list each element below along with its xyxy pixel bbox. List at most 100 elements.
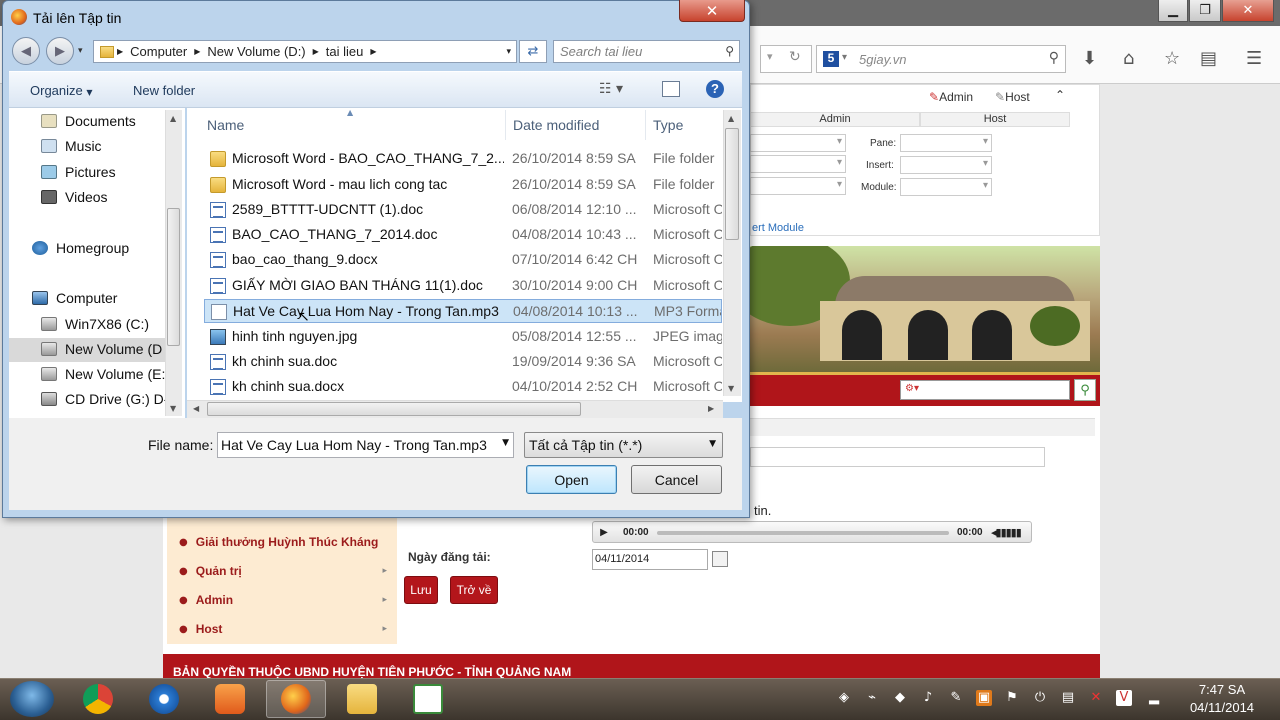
chevron-down-icon[interactable]: ▼ <box>502 438 509 448</box>
maximize-button[interactable]: ❐ <box>1189 0 1221 22</box>
file-name-input[interactable]: Hat Ve Cay Lua Hom Nay - Trong Tan.mp3 ▼ <box>217 432 514 458</box>
column-divider[interactable] <box>645 110 646 140</box>
engine-dropdown-icon[interactable]: ▾ <box>842 52 847 63</box>
help-icon[interactable]: ? <box>706 80 724 98</box>
side-menu-item[interactable]: ● Host ▸ <box>179 615 393 643</box>
nav-item-homegroup[interactable]: Homegroup <box>32 240 129 256</box>
taskbar-chrome[interactable] <box>68 680 128 718</box>
back-button[interactable]: Trở về <box>450 576 498 604</box>
volume-icon[interactable]: ◂▮▮▮▮▮ <box>991 526 1022 539</box>
nav-item-computer[interactable]: Computer <box>32 290 117 306</box>
side-menu-item[interactable]: ● Quản trị ▸ <box>179 557 393 585</box>
calendar-icon[interactable] <box>712 551 728 567</box>
refresh-button[interactable]: ⇄ <box>519 40 547 63</box>
scroll-up-icon[interactable]: ▲ <box>170 114 176 123</box>
file-row[interactable]: kh chinh sua.doc 19/09/2014 9:36 SA Micros… <box>204 350 722 374</box>
file-row[interactable]: hinh tinh nguyen.jpg 05/08/2014 12:55 ...… <box>204 325 722 349</box>
forward-nav-button[interactable]: ▶ <box>46 37 74 65</box>
scroll-up-icon[interactable]: ▲ <box>728 114 734 123</box>
browser-close-button[interactable]: ✕ <box>1222 0 1274 22</box>
menu-icon[interactable]: ☰ <box>1246 48 1262 69</box>
file-row[interactable]: BAO_CAO_THANG_7_2014.doc 04/08/2014 10:43… <box>204 223 722 247</box>
insert-module-link[interactable]: ert Module <box>752 222 804 234</box>
search-engine-bar[interactable]: 5 ▾ 5giay.vn ⚲ <box>816 45 1066 73</box>
url-bar[interactable]: ▾ ↻ <box>760 45 812 73</box>
column-header-date[interactable]: Date modified <box>513 117 599 133</box>
file-row[interactable]: Microsoft Word - BAO_CAO_THANG_7_2... 26/… <box>204 147 722 171</box>
file-list-horizontal-thumb[interactable] <box>207 402 581 416</box>
search-icon[interactable]: ⚲ <box>1049 50 1059 66</box>
pane-select[interactable] <box>900 134 992 152</box>
admin-input[interactable] <box>750 155 846 173</box>
nav-item-drive-c[interactable]: Win7X86 (C:) <box>41 316 149 332</box>
side-menu-item[interactable]: ● Admin ▸ <box>179 586 393 614</box>
upload-date-input[interactable]: 04/11/2014 <box>592 549 708 570</box>
reload-icon[interactable]: ↻ <box>789 49 801 65</box>
scroll-down-icon[interactable]: ▼ <box>170 404 176 413</box>
dialog-close-button[interactable]: ✕ <box>679 0 745 22</box>
new-folder-button[interactable]: New folder <box>133 83 195 98</box>
search-option-icon[interactable]: ⚙▾ <box>905 383 919 394</box>
signal-tray-icon[interactable]: ▂ <box>1146 690 1162 706</box>
file-row-selected[interactable]: Hat Ve Cay Lua Hom Nay - Trong Tan.mp3 04… <box>204 299 722 323</box>
device-tray-icon[interactable]: ▤ <box>1060 690 1076 706</box>
player-seek-bar[interactable] <box>657 531 949 535</box>
cancel-button[interactable]: Cancel <box>631 465 722 494</box>
taskbar-camtasia[interactable] <box>398 680 458 718</box>
site-search-button[interactable]: ⚲ <box>1074 379 1096 401</box>
admin-link[interactable]: ✎Admin <box>929 90 973 104</box>
admin-select-2[interactable] <box>750 177 846 195</box>
play-icon[interactable]: ▶ <box>593 527 615 538</box>
download-icon[interactable]: ⬇ <box>1082 48 1097 69</box>
minimize-button[interactable]: ▁ <box>1158 0 1188 22</box>
upload-file-input[interactable] <box>750 447 1045 467</box>
admin-select-1[interactable] <box>750 134 846 152</box>
nav-item-pictures[interactable]: Pictures <box>41 164 116 180</box>
unikey-tray-icon[interactable]: V <box>1116 690 1132 706</box>
home-icon[interactable]: ⌂ <box>1123 48 1134 69</box>
tool-tray-icon[interactable]: ✎ <box>948 690 964 706</box>
file-row[interactable]: kh chinh sua.docx 04/10/2014 2:52 CH Micro… <box>204 375 722 399</box>
volume-tray-icon[interactable]: ♪ <box>920 690 936 706</box>
nav-item-cd-drive[interactable]: CD Drive (G:) D- <box>41 391 168 407</box>
file-row[interactable]: 2589_BTTTT-UDCNTT (1).doc 06/08/2014 12:1… <box>204 198 722 222</box>
organize-menu[interactable]: Organize ▼ <box>30 83 93 98</box>
start-button[interactable] <box>10 681 54 717</box>
breadcrumb-computer[interactable]: Computer <box>130 44 187 59</box>
address-dropdown-icon[interactable]: ▾ <box>506 47 511 57</box>
insert-select[interactable] <box>900 156 992 174</box>
site-search-input[interactable]: ⚙▾ <box>900 380 1070 400</box>
nav-item-drive-e[interactable]: New Volume (E: <box>41 366 165 382</box>
nav-pane-scroll-thumb[interactable] <box>167 208 180 346</box>
app-tray-icon[interactable]: ▣ <box>976 690 992 706</box>
taskbar-media-player[interactable] <box>200 680 260 718</box>
column-header-type[interactable]: Type <box>653 117 683 133</box>
taskbar-firefox[interactable] <box>266 680 326 718</box>
flag-tray-icon[interactable]: ⚑ <box>1004 690 1020 706</box>
bookmarks-menu-icon[interactable]: ▤ <box>1200 48 1217 69</box>
nav-item-music[interactable]: Music <box>41 138 102 154</box>
scroll-right-icon[interactable]: ▶ <box>708 404 714 413</box>
module-select[interactable] <box>900 178 992 196</box>
bookmark-star-icon[interactable]: ☆ <box>1164 48 1180 69</box>
system-clock[interactable]: 7:47 SA 04/11/2014 <box>1172 681 1272 717</box>
nav-item-videos[interactable]: Videos <box>41 189 108 205</box>
open-button[interactable]: Open <box>526 465 617 494</box>
address-bar[interactable]: ▶ Computer ▶ New Volume (D:) ▶ tai lieu … <box>93 40 517 63</box>
file-type-select[interactable]: Tất cả Tập tin (*.*) ▼ <box>524 432 723 458</box>
taskbar-explorer[interactable] <box>332 680 392 718</box>
power-tray-icon[interactable]: ⏻ <box>1032 690 1048 706</box>
scroll-left-icon[interactable]: ◀ <box>193 404 199 413</box>
host-link[interactable]: ✎Host <box>995 90 1030 104</box>
view-options-icon[interactable]: ☷ ▾ <box>599 81 623 97</box>
file-row[interactable]: GIẤY MỜI GIAO BAN THÁNG 11(1).doc 30/10/2… <box>204 274 722 298</box>
column-divider[interactable] <box>505 110 506 140</box>
side-menu-item[interactable]: ● Giải thưởng Huỳnh Thúc Kháng <box>179 528 393 556</box>
file-row[interactable]: bao_cao_thang_9.docx 07/10/2014 6:42 CH Mi… <box>204 248 722 272</box>
antivirus-tray-icon[interactable]: ✕ <box>1088 690 1104 706</box>
save-button[interactable]: Lưu <box>404 576 438 604</box>
network-tray-icon[interactable]: ◈ <box>836 690 852 706</box>
file-row[interactable]: Microsoft Word - mau lich cong tac 26/10/… <box>204 173 722 197</box>
preview-pane-icon[interactable] <box>662 81 680 97</box>
recent-locations-icon[interactable]: ▾ <box>78 46 83 56</box>
